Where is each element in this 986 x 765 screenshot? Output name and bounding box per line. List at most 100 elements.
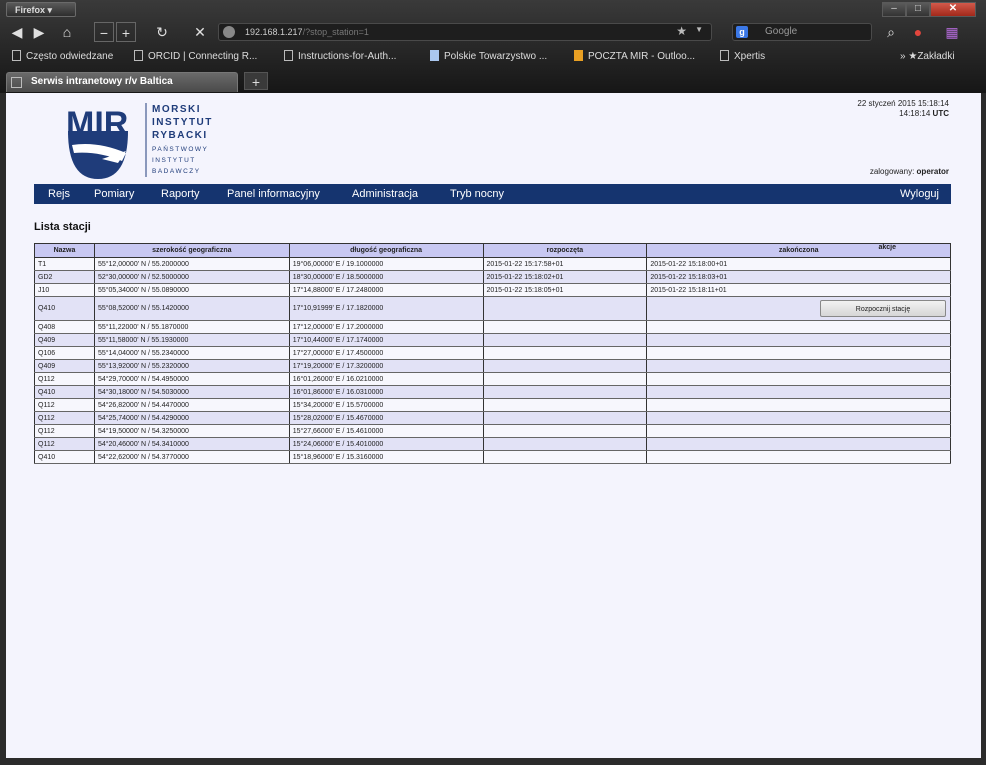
menu-item-raporty[interactable]: Raporty [161,184,200,204]
latitude-cell: 52°30,00000' N / 52.5000000 [93,270,290,284]
adblock-icon[interactable]: ● [908,22,928,42]
latitude-cell-text: 55°12,00000' N / 55.2000000 [97,260,189,268]
start-station-button[interactable]: Rozpocznij stację [820,300,946,317]
column-header-ended-actions: zakończona akcje [646,243,951,258]
bookmark-orcid[interactable]: ORCID | Connecting R... [134,50,257,64]
reload-icon[interactable]: ↻ [152,22,172,42]
table-row: J10 55°05,34000' N / 55.0890000 17°14,8800… [34,283,951,297]
longitude-cell: 16°01,86000' E / 16.0310000 [288,385,484,399]
bookmarks-menu-label: Zakładki [917,51,955,62]
page-title: Lista stacji [34,221,91,233]
latitude-cell-text: 52°30,00000' N / 52.5000000 [97,273,189,281]
latitude-cell: 54°22,62000' N / 54.3770000 [93,450,290,464]
station-name-cell-text: Q410 [38,305,56,312]
longitude-cell: 17°12,00000' E / 17.2000000 [288,320,484,334]
menu-item-administracja[interactable]: Administracja [352,184,418,204]
longitude-cell-text: 17°19,20000' E / 17.3200000 [292,362,384,370]
latitude-cell: 55°12,00000' N / 55.2000000 [93,257,290,271]
bookmark-instructions[interactable]: Instructions-for-Auth... [284,50,396,64]
table-row: Q112 54°25,74000' N / 54.4290000 15°28,020… [34,411,951,425]
table-row: Q409 55°13,92000' N / 55.2320000 17°19,200… [34,359,951,373]
started-cell [482,372,648,386]
minimize-button[interactable]: – [882,2,906,17]
started-cell-text: 2015-01-22 15:18:05+01 [486,286,564,294]
ended-cell: 2015-01-22 15:18:00+01 [646,257,951,271]
station-name-cell-text: Q112 [38,375,55,383]
longitude-cell: 15°28,02000' E / 15.4670000 [288,411,484,425]
station-name-cell-text: Q408 [38,323,56,331]
bookmark-folder-icon [12,50,21,61]
column-header-latitude: szerokość geograficzna [93,243,290,258]
latitude-cell-text: 55°13,92000' N / 55.2320000 [97,362,189,370]
column-header-longitude: długość geograficzna [288,243,484,258]
bookmark-label: Często odwiedzane [26,51,114,62]
bookmark-label: ORCID | Connecting R... [148,51,258,62]
site-identity-icon[interactable] [223,26,235,38]
started-cell [482,385,648,399]
tab-favicon-icon [11,77,22,88]
menu-item-rejs[interactable]: Rejs [48,184,70,204]
started-cell [482,424,648,438]
menu-item-pomiary[interactable]: Pomiary [94,184,134,204]
bookmark-xpertis[interactable]: Xpertis [720,50,765,64]
ended-cell [646,372,951,386]
page-icon [134,50,143,61]
station-name-cell: Q410 [34,296,95,321]
stop-icon[interactable]: ✕ [190,22,210,42]
station-name-cell-text: Q112 [38,414,55,422]
home-icon[interactable]: ⌂ [56,22,78,42]
menu-item-panel-informacyjny[interactable]: Panel informacyjny [227,184,320,204]
started-cell [482,398,648,412]
bookmark-poczta-mir[interactable]: POCZTA MIR - Outloo... [574,50,695,64]
station-name-cell: Q106 [34,346,95,360]
new-tab-button[interactable]: + [244,72,268,90]
table-row: Q410 55°08,52000' N / 55.1420000 17°10,919… [34,296,951,321]
bookmark-label: Polskie Towarzystwo ... [444,51,548,62]
back-arrow-icon[interactable]: ◀ [8,22,26,42]
started-cell: 2015-01-22 15:18:05+01 [482,283,648,297]
search-bar[interactable]: g Google [732,23,872,41]
longitude-cell-text: 17°14,88000' E / 17.2480000 [292,286,384,294]
tab-title: Serwis intranetowy r/v Baltica [31,76,173,87]
station-name-cell-text: J10 [38,286,50,294]
ended-cell [646,450,951,464]
page-icon [720,50,729,61]
bookmark-star-icon[interactable]: ★ [676,24,687,38]
longitude-cell: 15°24,06000' E / 15.4010000 [288,437,484,451]
station-name-cell: Q112 [34,424,95,438]
bookmarks-menu[interactable]: » ★Zakładki [900,50,955,64]
logo-line: RYBACKI [152,130,208,141]
longitude-cell-text: 15°28,02000' E / 15.4670000 [292,414,384,422]
firefox-menu-button[interactable]: Firefox ▾ [6,2,76,17]
utc-time: 14:18:14 [899,109,931,118]
started-cell [482,411,648,425]
started-cell [482,346,648,360]
page-icon [284,50,293,61]
station-name-cell: T1 [34,257,95,271]
search-go-icon[interactable]: ⌕ [882,22,900,42]
close-window-button[interactable]: ✕ [930,2,976,17]
forward-arrow-icon[interactable]: ▶ [30,22,48,42]
logout-link[interactable]: Wyloguj [900,184,939,204]
google-search-engine-icon[interactable]: g [736,26,748,38]
table-row: Q112 54°19,50000' N / 54.3250000 15°27,660… [34,424,951,438]
url-dropdown-icon[interactable]: ▼ [695,25,703,34]
firefox-menu-label: Firefox [15,5,46,15]
latitude-cell-text: 55°11,22000' N / 55.1870000 [97,323,189,331]
bookmark-most-visited[interactable]: Często odwiedzane [12,50,113,64]
column-header-started: rozpoczęta [482,243,648,258]
longitude-cell-text: 19°06,00000' E / 19.1000000 [292,260,384,268]
menu-item-tryb-nocny[interactable]: Tryb nocny [450,184,504,204]
address-bar[interactable]: 192.168.1.217/?stop_station=1 ★ ▼ [218,23,712,41]
longitude-cell-text: 17°10,91999' E / 17.1820000 [292,305,384,312]
started-cell-text: 2015-01-22 15:17:58+01 [486,260,564,268]
zoom-in-icon[interactable]: + [116,22,136,42]
table-body: T1 55°12,00000' N / 55.2000000 19°06,00000… [34,257,951,464]
maximize-button[interactable]: □ [906,2,930,17]
tab-intranet[interactable]: Serwis intranetowy r/v Baltica [6,72,238,92]
logged-username: operator [916,167,949,176]
bookmark-polskie-towarzystwo[interactable]: Polskie Towarzystwo ... [430,50,547,64]
zoom-out-icon[interactable]: − [94,22,114,42]
addon-grid-icon[interactable]: ▦ [942,22,962,42]
latitude-cell: 55°14,04000' N / 55.2340000 [93,346,290,360]
